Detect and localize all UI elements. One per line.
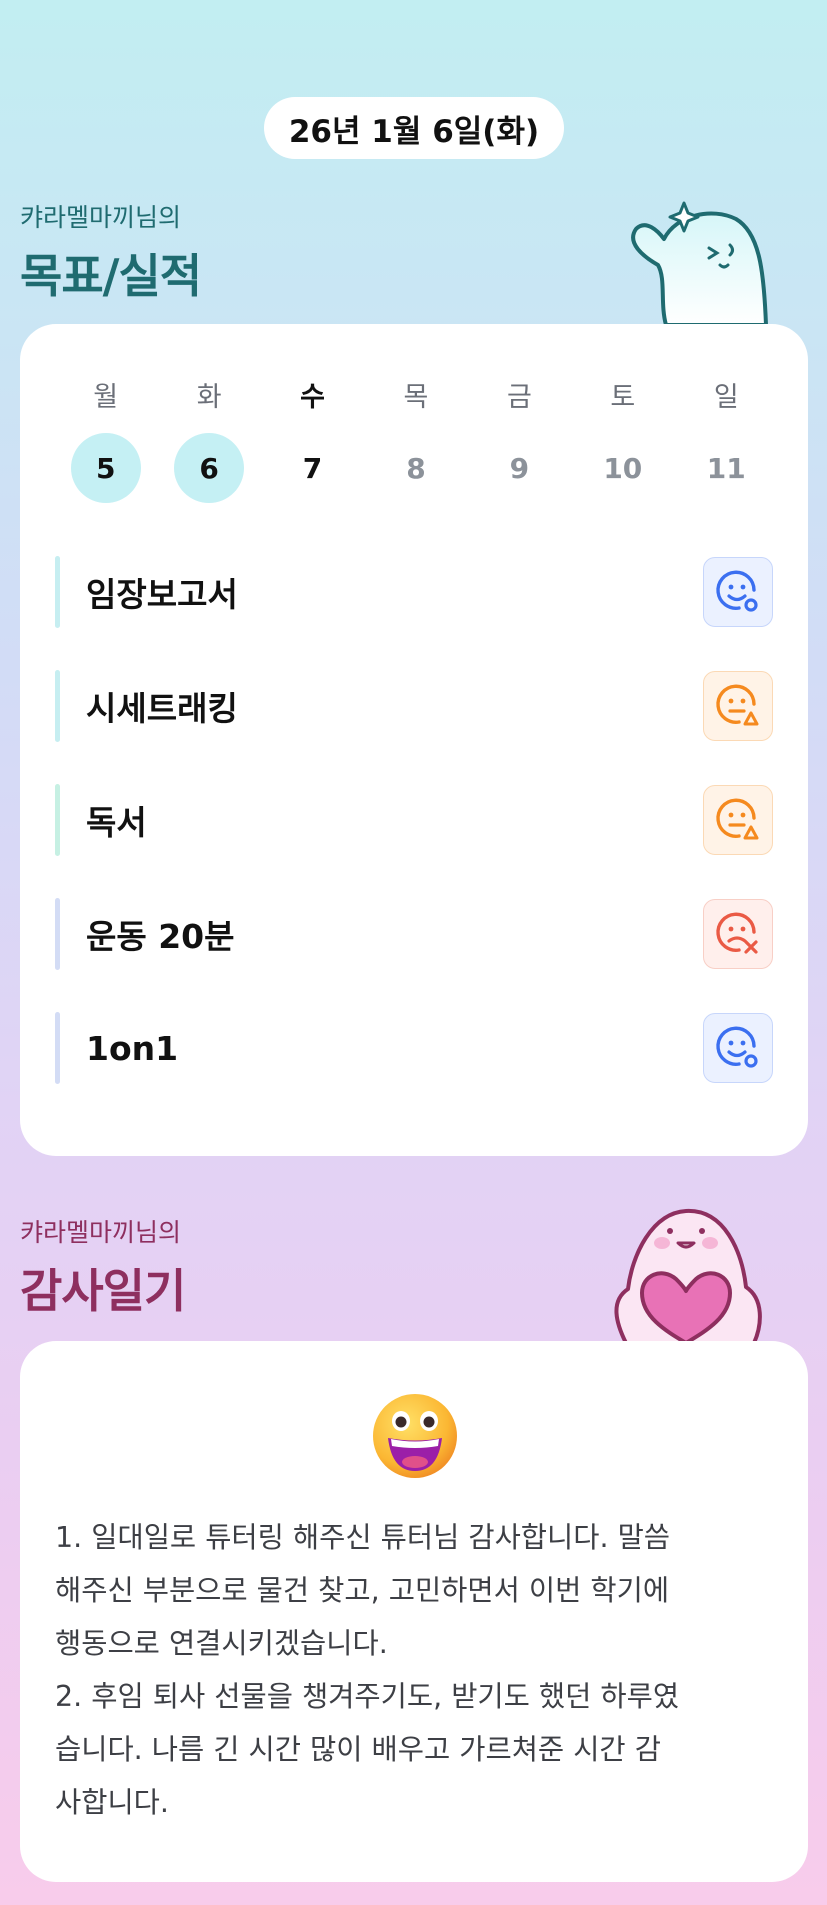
date-8[interactable]: 8 [381,433,451,503]
weekday-sat: 토 [610,381,636,413]
weekday-fri: 금 [506,381,532,413]
goal-label: 임장보고서 [86,575,238,614]
goal-item[interactable]: 1on1 [55,1012,773,1084]
goal-accent-bar [55,1012,60,1084]
smile-o-icon [716,570,758,612]
weekday-tue: 화 [196,381,222,413]
date-7[interactable]: 7 [278,433,348,503]
goals-section-header: 캬라멜마끼님의 목표/실적 [20,198,202,306]
gratitude-title: 감사일기 [20,1264,186,1318]
goal-label: 독서 [86,803,147,842]
weekday-names: 월 화 수 목 금 토 일 [54,374,778,414]
gratitude-section-header: 캬라멜마끼님의 감사일기 [20,1213,186,1321]
weekday-mon: 월 [93,381,119,413]
gratitude-card: 1. 일대일로 튜터링 해주신 튜터님 감사합니다. 말씀 해주신 부분으로 물… [20,1341,808,1882]
goal-item[interactable]: 독서 [55,784,773,856]
smile-o-icon [716,1026,758,1068]
goals-subtitle: 캬라멜마끼님의 [20,203,182,232]
sad-x-icon [716,912,758,954]
goal-accent-bar [55,556,60,628]
goal-status-button[interactable] [703,557,773,627]
weekday-wed: 수 [300,381,325,413]
neutral-triangle-icon [716,798,759,840]
gratitude-text: 1. 일대일로 튜터링 해주신 튜터님 감사합니다. 말씀 해주신 부분으로 물… [55,1521,680,1819]
date-6[interactable]: 6 [174,433,245,503]
gratitude-subtitle: 캬라멜마끼님의 [20,1218,182,1247]
goal-item[interactable]: 시세트래킹 [55,670,773,742]
goals-card: 월 화 수 목 금 토 일 5 6 7 8 9 10 11 임장보고서 시세트래… [20,324,808,1156]
goal-accent-bar [55,670,60,742]
goal-status-button[interactable] [703,671,773,741]
date-pill[interactable]: 26년 1월 6일(화) [264,97,564,159]
date-11[interactable]: 11 [691,433,761,503]
neutral-triangle-icon [716,684,759,726]
weekday-sun: 일 [713,381,739,413]
goal-status-button[interactable] [703,899,773,969]
goal-status-button[interactable] [703,1013,773,1083]
goal-item[interactable]: 운동 20분 [55,898,773,970]
goal-label: 시세트래킹 [86,689,238,728]
date-9[interactable]: 9 [484,433,554,503]
weekday-thu: 목 [403,381,429,413]
week-calendar: 월 화 수 목 금 토 일 5 6 7 8 9 10 11 [54,374,778,504]
goal-label: 운동 20분 [86,917,235,956]
weekday-dates: 5 6 7 8 9 10 11 [54,432,778,504]
goal-accent-bar [55,898,60,970]
ghost-heart-mascot-icon [614,1208,762,1343]
goal-status-button[interactable] [703,785,773,855]
date-label: 26년 1월 6일(화) [288,113,540,150]
goals-title: 목표/실적 [20,249,202,303]
date-10[interactable]: 10 [588,433,658,503]
goal-accent-bar [55,784,60,856]
goal-label: 1on1 [86,1028,179,1068]
ghost-mascot-icon [631,201,768,325]
date-5[interactable]: 5 [70,433,141,503]
grinning-face-emoji-icon [373,1394,457,1478]
goal-item[interactable]: 임장보고서 [55,556,773,628]
